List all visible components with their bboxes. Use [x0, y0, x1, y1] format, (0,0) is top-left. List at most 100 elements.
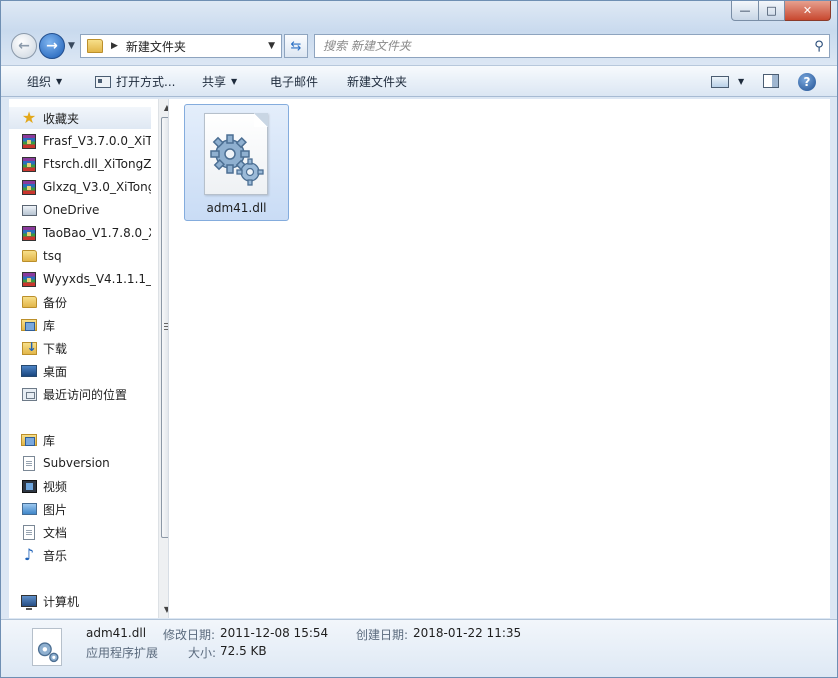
details-modified-label: 修改日期:: [163, 628, 216, 642]
computer-icon: [21, 595, 37, 610]
nav-item[interactable]: 库: [21, 314, 151, 336]
pictures-icon: [21, 503, 37, 515]
change-view-button[interactable]: ▼: [711, 66, 744, 97]
nav-item-label: Glxzq_V3.0_XiTongZhiJia: [43, 180, 151, 194]
search-box[interactable]: ⚲: [314, 34, 830, 58]
nav-item[interactable]: 桌面: [21, 360, 151, 382]
folder-icon: [21, 296, 37, 308]
help-icon[interactable]: ?: [798, 73, 816, 91]
new-folder-button[interactable]: 新建文件夹: [347, 66, 407, 97]
nav-item-label: Ftsrch.dll_XiTongZhiJia: [43, 157, 151, 171]
breadcrumb-current[interactable]: 新建文件夹: [126, 38, 268, 55]
downloads-icon: [21, 340, 37, 355]
rar-archive-icon: [22, 133, 36, 149]
search-icon[interactable]: ⚲: [809, 39, 829, 54]
arrow-right-icon: →: [46, 38, 58, 54]
open-with-button[interactable]: 打开方式...: [95, 66, 175, 97]
address-dropdown-icon[interactable]: ▼: [268, 41, 275, 51]
explorer-window: — □ ✕ ← → ▼ ▶ 新建文件夹 ▼ ⇆ ⚲ 组织 ▼ 打开方式... 共享…: [0, 0, 838, 678]
nav-item[interactable]: Wyyxds_V4.1.1.1_XiTongZhiJia: [21, 268, 151, 290]
nav-favorites-header[interactable]: ★ 收藏夹: [9, 107, 151, 129]
nav-item-label: TaoBao_V1.7.8.0_XiTongZhiJia: [43, 226, 151, 240]
folder-icon: [87, 39, 103, 53]
nav-item[interactable]: 备份: [21, 291, 151, 313]
command-bar: 组织 ▼ 打开方式... 共享 ▼ 电子邮件 新建文件夹 ▼ ?: [1, 65, 837, 97]
file-list-area[interactable]: adm41.dll: [168, 99, 830, 618]
maximize-button[interactable]: □: [759, 1, 785, 21]
share-label: 共享: [202, 75, 227, 89]
recent-pages-dropdown[interactable]: ▼: [68, 41, 75, 51]
dll-gear-icon: [204, 113, 268, 195]
preview-pane-button[interactable]: [763, 74, 779, 88]
nav-item-label: Wyyxds_V4.1.1.1_XiTongZhiJia: [43, 272, 151, 286]
minimize-button[interactable]: —: [731, 1, 759, 21]
details-size-value: 72.5 KB: [220, 644, 267, 658]
nav-item-label: 最近访问的位置: [43, 387, 128, 402]
details-created-label: 创建日期:: [356, 628, 409, 642]
chevron-down-icon: ▼: [738, 77, 745, 86]
nav-item-label: OneDrive: [43, 203, 100, 217]
nav-item-label: Subversion: [43, 456, 110, 470]
nav-item[interactable]: 视频: [21, 475, 151, 497]
chevron-down-icon: ▼: [231, 77, 238, 86]
breadcrumb-chevron-icon[interactable]: ▶: [111, 41, 118, 51]
nav-item-label: 图片: [43, 502, 68, 517]
nav-item[interactable]: Glxzq_V3.0_XiTongZhiJia: [21, 176, 151, 198]
address-row: ← → ▼ ▶ 新建文件夹 ▼ ⇆ ⚲: [1, 29, 837, 63]
rar-archive-icon: [22, 156, 36, 172]
share-button[interactable]: 共享 ▼: [202, 66, 237, 97]
rar-archive-icon: [22, 271, 36, 287]
dll-gear-icon: [32, 628, 62, 666]
open-with-icon: [95, 75, 111, 88]
file-item-selected[interactable]: adm41.dll: [184, 104, 289, 221]
chevron-down-icon: ▼: [56, 77, 63, 86]
refresh-button[interactable]: ⇆: [284, 34, 308, 58]
refresh-icon: ⇆: [290, 38, 302, 54]
nav-item-label: tsq: [43, 249, 62, 263]
arrow-left-icon: ←: [18, 38, 30, 54]
document-icon: [23, 524, 35, 540]
nav-item[interactable]: tsq: [21, 245, 151, 267]
close-button[interactable]: ✕: [785, 1, 831, 21]
nav-item[interactable]: ♪ 音乐: [21, 544, 151, 566]
library-icon: [21, 434, 37, 446]
email-label: 电子邮件: [270, 75, 319, 89]
organize-button[interactable]: 组织 ▼: [27, 66, 62, 97]
nav-item-label: 桌面: [43, 364, 68, 379]
nav-computer-label: 计算机: [43, 594, 80, 609]
open-with-label: 打开方式...: [116, 75, 176, 89]
nav-item[interactable]: Subversion: [21, 452, 151, 474]
search-input[interactable]: [323, 39, 809, 53]
forward-button[interactable]: →: [39, 33, 65, 59]
details-file-name: adm41.dll: [86, 626, 147, 640]
nav-computer[interactable]: 计算机: [9, 590, 151, 612]
nav-item[interactable]: 文档: [21, 521, 151, 543]
nav-item[interactable]: 下载: [21, 337, 151, 359]
video-icon: [21, 479, 37, 493]
details-size-label: 大小:: [188, 646, 217, 660]
library-icon: [21, 319, 37, 331]
nav-item[interactable]: TaoBao_V1.7.8.0_XiTongZhiJia: [21, 222, 151, 244]
folder-icon: [21, 250, 37, 262]
address-bar[interactable]: ▶ 新建文件夹 ▼: [80, 34, 282, 58]
nav-item[interactable]: OneDrive: [21, 199, 151, 221]
desktop-icon: [21, 365, 37, 377]
nav-libraries-label: 库: [43, 433, 56, 448]
back-button[interactable]: ←: [11, 33, 37, 59]
caption-buttons: — □ ✕: [731, 1, 831, 21]
nav-item[interactable]: 最近访问的位置: [21, 383, 151, 405]
nav-item[interactable]: 图片: [21, 498, 151, 520]
navigation-pane: ★ 收藏夹 Frasf_V3.7.0.0_XiTongZhiJia Ftsrch.…: [9, 99, 175, 618]
nav-item-label: Frasf_V3.7.0.0_XiTongZhiJia: [43, 134, 151, 148]
file-name-label: adm41.dll: [206, 201, 267, 215]
music-icon: ♪: [23, 545, 35, 564]
new-folder-label: 新建文件夹: [347, 75, 408, 89]
nav-item-label: 下载: [43, 341, 68, 356]
nav-item[interactable]: Frasf_V3.7.0.0_XiTongZhiJia: [21, 130, 151, 152]
nav-item[interactable]: Ftsrch.dll_XiTongZhiJia: [21, 153, 151, 175]
nav-item-label: 视频: [43, 479, 68, 494]
nav-item-label: 文档: [43, 525, 68, 540]
rar-archive-icon: [22, 179, 36, 195]
nav-libraries-header[interactable]: 库: [9, 429, 151, 451]
email-button[interactable]: 电子邮件: [270, 66, 318, 97]
